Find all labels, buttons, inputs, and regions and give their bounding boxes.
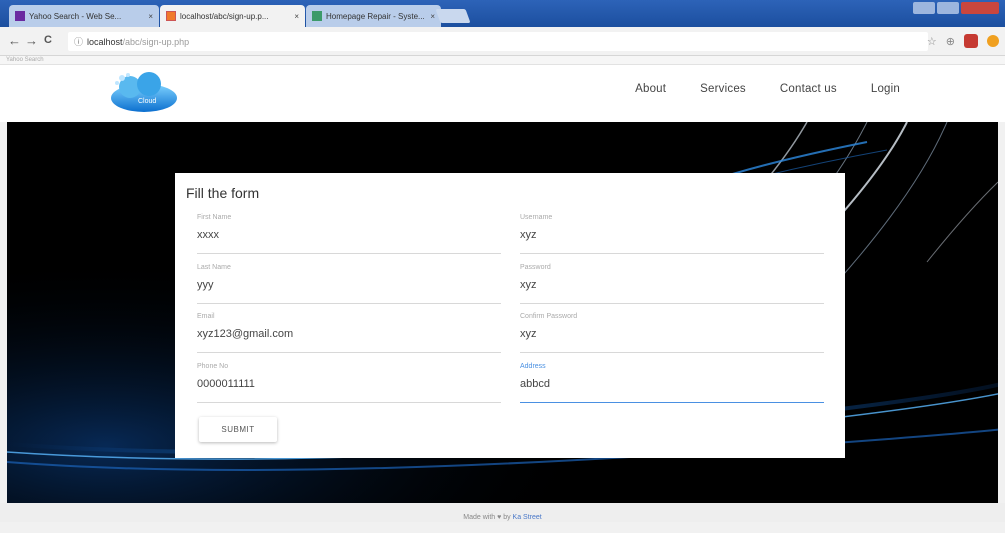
tab-yahoo[interactable]: Yahoo Search - Web Se... ×	[9, 5, 159, 27]
tab-close-icon[interactable]: ×	[430, 12, 435, 21]
site-nav-links: About Services Contact us Login	[618, 83, 917, 95]
browser-tab-strip: Yahoo Search - Web Se... × localhost/abc…	[0, 0, 1005, 27]
repair-favicon-icon	[312, 11, 322, 21]
username-input[interactable]	[520, 229, 824, 241]
first-name-field[interactable]: First Name	[197, 214, 501, 254]
footer-text: Made with ♥ by	[463, 514, 511, 521]
bookmark-item[interactable]: Yahoo Search	[6, 57, 44, 63]
password-field[interactable]: Password	[520, 264, 824, 304]
address-field[interactable]: Address	[520, 363, 824, 403]
extension-red-icon[interactable]	[964, 34, 978, 48]
back-arrow-icon[interactable]: ←	[8, 33, 21, 48]
field-label: Confirm Password	[520, 313, 578, 320]
toolbar-extensions: ☆ ⊕	[927, 34, 999, 48]
confirm-password-input[interactable]	[520, 328, 824, 340]
forward-arrow-icon[interactable]: →	[25, 33, 38, 48]
url-path: /abc/sign-up.php	[122, 36, 190, 47]
nav-login[interactable]: Login	[854, 83, 917, 95]
field-label: Phone No	[197, 363, 229, 370]
browser-toolbar: ← → C ⓘ localhost /abc/sign-up.php ☆ ⊕	[0, 27, 1005, 56]
logo-text: Cloud	[138, 98, 156, 105]
close-window-button[interactable]	[961, 2, 999, 14]
submit-button[interactable]: SUBMIT	[199, 417, 277, 442]
tab-title: Yahoo Search - Web Se...	[29, 11, 122, 21]
tab-close-icon[interactable]: ×	[294, 12, 299, 21]
bookmark-star-icon[interactable]: ☆	[927, 35, 937, 48]
field-label: Address	[520, 363, 546, 370]
minimize-button[interactable]	[913, 2, 935, 14]
nav-services[interactable]: Services	[683, 83, 763, 95]
phone-field[interactable]: Phone No	[197, 363, 501, 403]
page-favicon-icon	[166, 11, 176, 21]
cloud-logo-icon[interactable]: Cloud	[104, 71, 178, 115]
form-title: Fill the form	[186, 185, 260, 201]
email-input[interactable]	[197, 328, 501, 340]
field-label: Last Name	[197, 264, 231, 271]
address-input[interactable]	[520, 378, 824, 390]
phone-input[interactable]	[197, 378, 501, 390]
new-tab-button[interactable]	[435, 9, 471, 23]
tab-close-icon[interactable]: ×	[148, 12, 153, 21]
site-info-icon[interactable]: ⓘ	[74, 35, 83, 48]
tab-title: localhost/abc/sign-up.p...	[180, 11, 269, 21]
url-host: localhost	[87, 36, 123, 47]
first-name-input[interactable]	[197, 229, 501, 241]
field-label: Username	[520, 214, 553, 221]
address-bar[interactable]: ⓘ localhost /abc/sign-up.php	[68, 32, 928, 51]
tab-title: Homepage Repair - Syste...	[326, 11, 425, 21]
signup-form-card: Fill the form First Name Last Name Email…	[175, 173, 845, 458]
field-label: Email	[197, 313, 215, 320]
extension-orange-icon[interactable]	[987, 35, 999, 47]
extension-icon[interactable]: ⊕	[946, 35, 955, 48]
field-label: Password	[520, 264, 551, 271]
username-field[interactable]: Username	[520, 214, 824, 254]
window-controls	[913, 2, 999, 14]
tab-homepage-repair[interactable]: Homepage Repair - Syste... ×	[306, 5, 441, 27]
site-footer: Made with ♥ by Ka Street	[0, 503, 1005, 522]
last-name-field[interactable]: Last Name	[197, 264, 501, 304]
tab-localhost[interactable]: localhost/abc/sign-up.p... ×	[160, 5, 305, 27]
bookmarks-bar: Yahoo Search	[0, 56, 1005, 65]
site-header: Cloud About Services Contact us Login	[0, 65, 1005, 122]
last-name-input[interactable]	[197, 279, 501, 291]
nav-contact-us[interactable]: Contact us	[763, 83, 854, 95]
footer-link[interactable]: Ka Street	[513, 514, 542, 521]
email-field[interactable]: Email	[197, 313, 501, 353]
nav-about[interactable]: About	[618, 83, 683, 95]
password-input[interactable]	[520, 279, 824, 291]
yahoo-favicon-icon	[15, 11, 25, 21]
reload-icon[interactable]: C	[44, 34, 52, 46]
confirm-password-field[interactable]: Confirm Password	[520, 313, 824, 353]
maximize-button[interactable]	[937, 2, 959, 14]
field-label: First Name	[197, 214, 232, 221]
